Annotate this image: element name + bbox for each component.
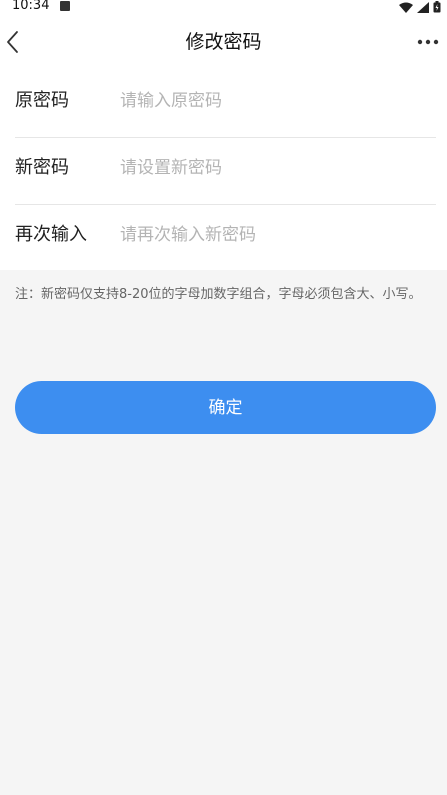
wifi-icon <box>399 2 413 13</box>
confirm-password-input[interactable] <box>120 221 420 249</box>
status-bar: 10:34 <box>0 0 447 14</box>
confirm-button[interactable]: 确定 <box>15 381 436 434</box>
status-time: 10:34 <box>12 0 50 13</box>
old-password-label: 原密码 <box>15 90 69 111</box>
nav-bar: 修改密码 <box>0 14 447 70</box>
password-form: 原密码 新密码 再次输入 <box>0 70 447 270</box>
new-password-label: 新密码 <box>15 157 69 178</box>
new-password-row: 新密码 <box>15 137 436 205</box>
new-password-input[interactable] <box>120 154 420 182</box>
battery-icon <box>433 1 441 13</box>
old-password-row: 原密码 <box>15 70 436 138</box>
more-horizontal-icon[interactable] <box>417 38 439 46</box>
notification-icon <box>60 1 70 11</box>
signal-icon <box>417 1 429 13</box>
old-password-input[interactable] <box>120 87 420 115</box>
password-rule-note: 注：新密码仅支持8-20位的字母加数字组合，字母必须包含大、小写。 <box>15 287 422 302</box>
confirm-password-label: 再次输入 <box>15 224 87 245</box>
confirm-password-row: 再次输入 <box>15 204 436 271</box>
page-title: 修改密码 <box>185 31 262 53</box>
status-icons <box>399 1 441 13</box>
